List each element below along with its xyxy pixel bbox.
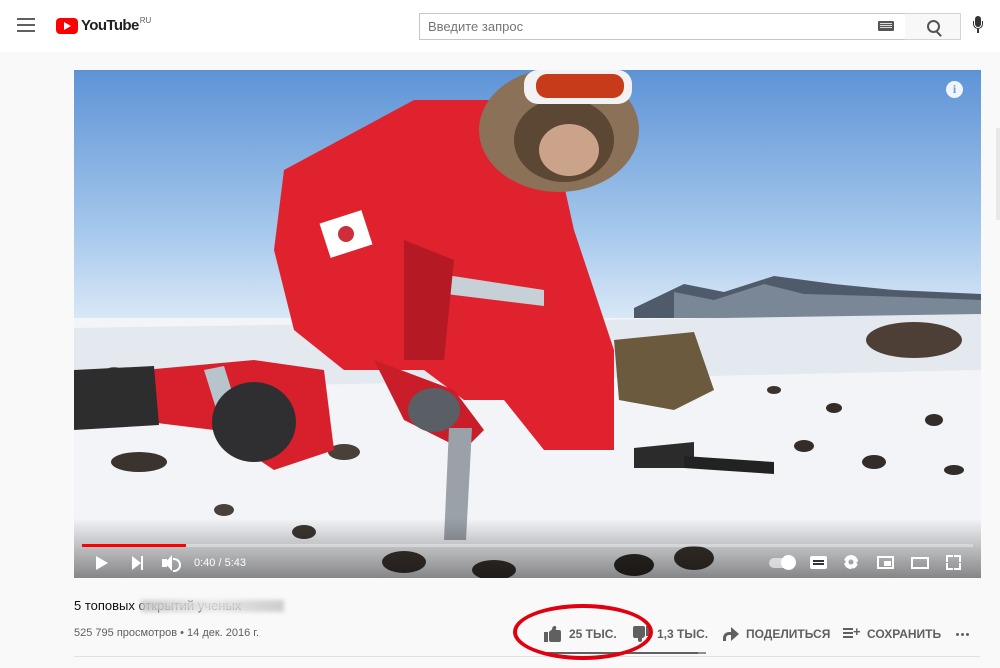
dislike-count: 1,3 ТЫС. bbox=[657, 627, 709, 641]
scrollbar[interactable] bbox=[996, 128, 1000, 220]
search-button[interactable] bbox=[905, 13, 961, 40]
playlist-add-icon bbox=[843, 624, 861, 641]
logo-region: RU bbox=[139, 16, 152, 25]
gear-icon[interactable] bbox=[844, 555, 858, 569]
progress-played bbox=[82, 544, 186, 547]
share-icon bbox=[723, 627, 739, 641]
microphone-icon[interactable] bbox=[973, 16, 983, 36]
info-icon[interactable]: i bbox=[946, 81, 963, 98]
search-box bbox=[419, 13, 906, 40]
masthead: YouTube RU bbox=[0, 0, 1000, 52]
annotation-circle bbox=[513, 604, 653, 660]
miniplayer-icon[interactable] bbox=[877, 556, 894, 569]
youtube-play-icon bbox=[56, 18, 78, 34]
youtube-logo[interactable]: YouTube RU bbox=[56, 16, 151, 36]
volume-icon[interactable] bbox=[162, 555, 182, 572]
logo-text: YouTube bbox=[81, 17, 139, 34]
divider bbox=[74, 656, 980, 657]
video-player[interactable]: i 0:40 / 5:43 bbox=[74, 70, 981, 578]
title-redaction bbox=[141, 600, 284, 612]
play-icon[interactable] bbox=[96, 556, 108, 570]
subtitles-icon[interactable] bbox=[810, 556, 827, 569]
keyboard-icon[interactable] bbox=[878, 21, 894, 31]
video-meta: 525 795 просмотров • 14 дек. 2016 г. bbox=[74, 627, 260, 639]
save-button[interactable]: СОХРАНИТЬ bbox=[843, 624, 941, 644]
next-icon[interactable] bbox=[132, 556, 144, 570]
share-button[interactable]: ПОДЕЛИТЬСЯ bbox=[723, 624, 830, 644]
save-label: СОХРАНИТЬ bbox=[867, 627, 942, 641]
search-input[interactable] bbox=[420, 14, 870, 39]
search-icon bbox=[927, 20, 940, 33]
fullscreen-icon[interactable] bbox=[946, 555, 961, 570]
more-actions-icon[interactable] bbox=[956, 633, 959, 636]
menu-icon[interactable] bbox=[17, 18, 35, 32]
theater-mode-icon[interactable] bbox=[911, 557, 929, 569]
video-frame bbox=[74, 70, 981, 578]
share-label: ПОДЕЛИТЬСЯ bbox=[746, 627, 831, 641]
autoplay-toggle[interactable] bbox=[769, 555, 796, 570]
time-display: 0:40 / 5:43 bbox=[194, 557, 246, 569]
progress-bar[interactable] bbox=[82, 544, 973, 547]
